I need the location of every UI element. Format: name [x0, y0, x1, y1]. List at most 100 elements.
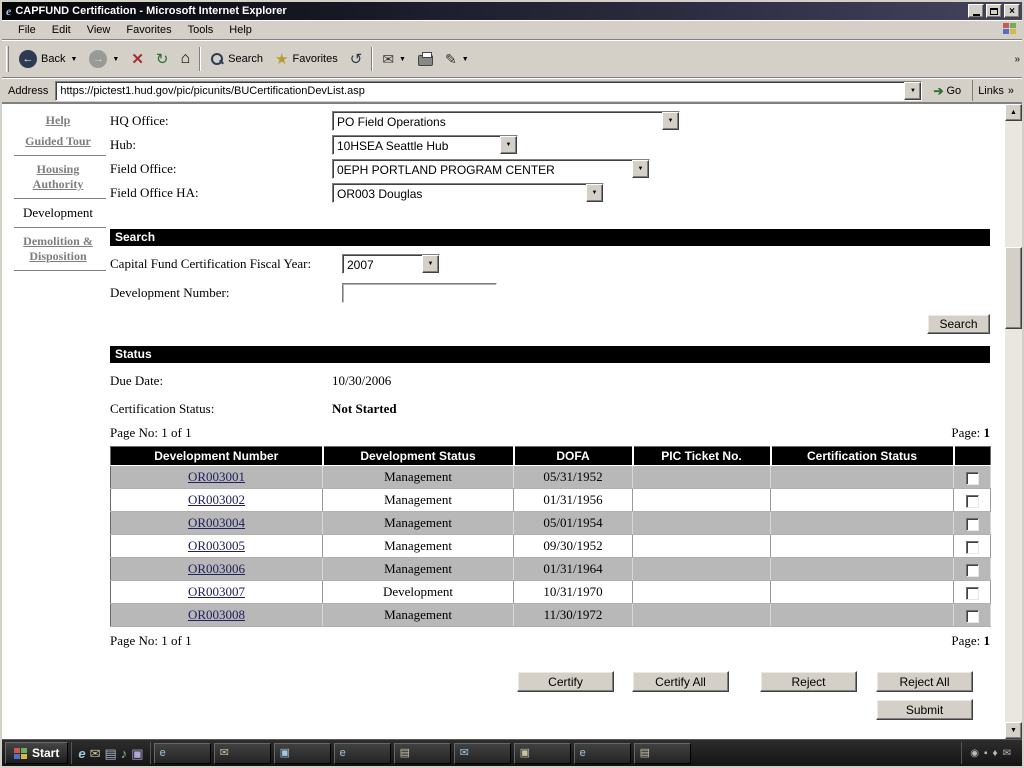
back-icon: ←: [19, 50, 37, 68]
chevron-down-icon[interactable]: ▼: [586, 184, 603, 202]
edit-button[interactable]: ✎ ▼: [439, 43, 475, 75]
menu-tools[interactable]: Tools: [180, 22, 222, 38]
menu-edit[interactable]: Edit: [44, 22, 79, 38]
home-icon: ⌂: [181, 51, 191, 67]
row-checkbox[interactable]: [966, 610, 979, 623]
address-url[interactable]: https://pictest1.hud.gov/pic/picunits/BU…: [56, 85, 904, 97]
taskbar-window-button[interactable]: ▤: [394, 743, 451, 764]
taskbar-window-button[interactable]: ▤: [634, 743, 691, 764]
back-button[interactable]: ← Back ▼: [13, 43, 83, 75]
address-input[interactable]: https://pictest1.hud.gov/pic/picunits/BU…: [55, 81, 922, 101]
fiscal-year-select[interactable]: 2007 ▼: [342, 254, 440, 274]
restore-button[interactable]: [986, 4, 1002, 18]
submit-button[interactable]: Submit: [876, 699, 973, 720]
search-toolbar-button[interactable]: Search: [204, 43, 269, 75]
development-number-link[interactable]: OR003008: [188, 607, 245, 622]
scroll-up-icon[interactable]: ▲: [1005, 104, 1022, 121]
home-button[interactable]: ⌂: [175, 43, 197, 75]
links-bar[interactable]: Links »: [972, 80, 1018, 101]
folder-icon[interactable]: ▣: [131, 747, 143, 760]
menu-help[interactable]: Help: [221, 22, 260, 38]
sidebar-item-help[interactable]: Help: [14, 110, 102, 131]
tray-icon[interactable]: ◉: [970, 748, 979, 759]
tray-icon[interactable]: ✉: [1003, 748, 1011, 759]
stop-button[interactable]: ✕: [125, 43, 150, 75]
row-checkbox[interactable]: [966, 495, 979, 508]
development-number-link[interactable]: OR003001: [188, 469, 245, 484]
certification-status-cell: [771, 581, 954, 604]
toolbar-overflow-chevron-icon[interactable]: »: [1014, 54, 1020, 65]
row-checkbox[interactable]: [966, 541, 979, 554]
hub-select[interactable]: 10HSEA Seattle Hub ▼: [332, 135, 518, 155]
chevron-down-icon[interactable]: ▼: [632, 160, 649, 178]
certify-button[interactable]: Certify: [517, 671, 614, 692]
sidebar-separator: [14, 227, 106, 228]
chevron-down-icon[interactable]: ▼: [422, 255, 439, 273]
reject-all-button[interactable]: Reject All: [876, 671, 973, 692]
row-checkbox[interactable]: [966, 564, 979, 577]
sidebar-item-housing-authority[interactable]: Housing Authority: [14, 159, 102, 195]
ie-icon[interactable]: e: [78, 747, 85, 760]
development-number-link[interactable]: OR003007: [188, 584, 245, 599]
field-office-ha-select[interactable]: OR003 Douglas ▼: [332, 183, 604, 203]
media-icon[interactable]: ♪: [121, 747, 128, 760]
forward-button[interactable]: → ▼: [83, 43, 125, 75]
certification-status-cell: [771, 512, 954, 535]
taskbar-window-button[interactable]: ✉: [454, 743, 511, 764]
sidebar-item-demolition-disposition[interactable]: Demolition & Disposition: [14, 231, 102, 267]
menu-file[interactable]: File: [10, 22, 44, 38]
forward-icon: →: [89, 50, 107, 68]
development-number-input[interactable]: [342, 283, 497, 303]
taskbar-window-button[interactable]: ✉: [214, 743, 271, 764]
taskbar-window-button[interactable]: e: [334, 743, 391, 764]
field-office-select[interactable]: 0EPH PORTLAND PROGRAM CENTER ▼: [332, 159, 650, 179]
page-value[interactable]: 1: [984, 633, 991, 648]
tray-icon[interactable]: ♦: [993, 748, 998, 759]
reject-button[interactable]: Reject: [760, 671, 857, 692]
menu-view[interactable]: View: [79, 22, 119, 38]
row-checkbox[interactable]: [966, 518, 979, 531]
development-number-link[interactable]: OR003006: [188, 561, 245, 576]
toolbar-separator: [371, 47, 373, 71]
history-button[interactable]: ↺: [344, 43, 369, 75]
certify-all-button[interactable]: Certify All: [632, 671, 729, 692]
vertical-scrollbar[interactable]: ▲ ▼: [1005, 104, 1022, 739]
chevron-down-icon[interactable]: ▼: [500, 136, 517, 154]
menu-favorites[interactable]: Favorites: [118, 22, 179, 38]
taskbar-window-button[interactable]: ▣: [514, 743, 571, 764]
development-number-link[interactable]: OR003004: [188, 515, 245, 530]
scrollbar-thumb[interactable]: [1005, 247, 1022, 329]
row-checkbox[interactable]: [966, 587, 979, 600]
mail-icon[interactable]: ✉: [90, 747, 101, 760]
favorites-button[interactable]: ★ Favorites: [269, 43, 344, 75]
taskbar-window-button[interactable]: e: [154, 743, 211, 764]
sidebar-item-development[interactable]: Development: [14, 202, 102, 224]
certification-status-cell: [771, 466, 954, 489]
start-button[interactable]: Start: [5, 742, 68, 764]
page-value[interactable]: 1: [984, 425, 991, 440]
print-button[interactable]: [412, 43, 439, 75]
development-number-link[interactable]: OR003002: [188, 492, 245, 507]
development-number-cell: OR003008: [111, 604, 323, 627]
sidebar-item-guided-tour[interactable]: Guided Tour: [14, 131, 102, 152]
tray-icon[interactable]: ▪: [984, 748, 988, 759]
search-button[interactable]: Search: [927, 314, 990, 334]
hub-value: 10HSEA Seattle Hub: [333, 136, 500, 154]
sidebar-separator: [14, 270, 106, 271]
address-dropdown-icon[interactable]: ▼: [904, 82, 921, 100]
development-number-link[interactable]: OR003005: [188, 538, 245, 553]
desktop-icon[interactable]: ▤: [104, 747, 116, 760]
col-development-status: Development Status: [323, 447, 514, 466]
row-select-cell: [954, 535, 991, 558]
row-checkbox[interactable]: [966, 472, 979, 485]
close-button[interactable]: ×: [1004, 4, 1020, 18]
minimize-button[interactable]: [968, 4, 984, 18]
mail-button[interactable]: ✉ ▼: [376, 43, 412, 75]
scroll-down-icon[interactable]: ▼: [1005, 722, 1022, 739]
taskbar-window-button[interactable]: e: [574, 743, 631, 764]
go-button[interactable]: ➔ Go: [927, 80, 967, 101]
taskbar-window-button[interactable]: ▣: [274, 743, 331, 764]
refresh-button[interactable]: ↻: [150, 43, 175, 75]
hq-office-select[interactable]: PO Field Operations ▼: [332, 111, 680, 131]
chevron-down-icon[interactable]: ▼: [662, 112, 679, 130]
